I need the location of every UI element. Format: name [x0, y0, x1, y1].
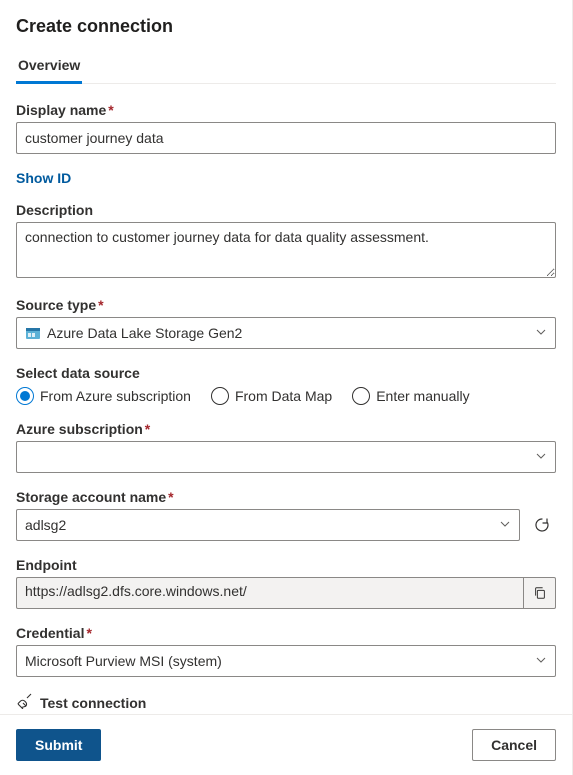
source-type-dropdown[interactable]: Azure Data Lake Storage Gen2 — [16, 317, 556, 349]
refresh-button[interactable] — [528, 511, 556, 539]
copy-endpoint-button[interactable] — [523, 578, 555, 608]
display-name-input[interactable] — [16, 122, 556, 154]
required-indicator: * — [145, 421, 150, 437]
storage-account-label: Storage account name* — [16, 489, 556, 505]
test-connection-label: Test connection — [40, 695, 146, 711]
description-label: Description — [16, 202, 556, 218]
radio-enter-manually[interactable]: Enter manually — [352, 387, 469, 405]
show-id-link[interactable]: Show ID — [16, 170, 71, 186]
footer: Submit Cancel — [0, 714, 572, 775]
radio-circle-icon — [211, 387, 229, 405]
data-source-radio-group: From Azure subscription From Data Map En… — [16, 387, 556, 405]
chevron-down-icon — [535, 653, 547, 669]
tab-overview-label: Overview — [18, 57, 80, 73]
chevron-down-icon — [535, 325, 547, 341]
chevron-down-icon — [499, 517, 511, 533]
plug-icon — [16, 693, 32, 712]
azure-subscription-dropdown[interactable] — [16, 441, 556, 473]
required-indicator: * — [168, 489, 173, 505]
description-textarea[interactable]: connection to customer journey data for … — [16, 222, 556, 278]
tab-overview[interactable]: Overview — [16, 51, 82, 84]
storage-account-value: adlsg2 — [25, 517, 66, 533]
display-name-label: Display name* — [16, 102, 556, 118]
select-data-source-label: Select data source — [16, 365, 556, 381]
credential-dropdown[interactable]: Microsoft Purview MSI (system) — [16, 645, 556, 677]
source-type-value: Azure Data Lake Storage Gen2 — [47, 325, 242, 341]
panel-title: Create connection — [16, 16, 556, 37]
azure-subscription-label: Azure subscription* — [16, 421, 556, 437]
required-indicator: * — [98, 297, 103, 313]
adls-gen2-icon — [25, 325, 41, 341]
storage-account-dropdown[interactable]: adlsg2 — [16, 509, 520, 541]
endpoint-field: https://adlsg2.dfs.core.windows.net/ — [16, 577, 556, 609]
credential-value: Microsoft Purview MSI (system) — [25, 653, 222, 669]
tabs: Overview — [16, 51, 556, 84]
radio-circle-icon — [352, 387, 370, 405]
radio-from-azure-subscription[interactable]: From Azure subscription — [16, 387, 191, 405]
create-connection-panel: Create connection Overview Display name*… — [0, 0, 573, 775]
required-indicator: * — [108, 102, 113, 118]
chevron-down-icon — [535, 449, 547, 465]
credential-label: Credential* — [16, 625, 556, 641]
source-type-label: Source type* — [16, 297, 556, 313]
submit-button[interactable]: Submit — [16, 729, 101, 761]
endpoint-label: Endpoint — [16, 557, 556, 573]
refresh-icon — [534, 517, 550, 533]
radio-circle-icon — [16, 387, 34, 405]
required-indicator: * — [86, 625, 91, 641]
endpoint-value: https://adlsg2.dfs.core.windows.net/ — [17, 578, 523, 608]
cancel-button[interactable]: Cancel — [472, 729, 556, 761]
test-connection-button[interactable]: Test connection — [16, 693, 556, 712]
copy-icon — [533, 586, 547, 600]
radio-from-data-map[interactable]: From Data Map — [211, 387, 332, 405]
